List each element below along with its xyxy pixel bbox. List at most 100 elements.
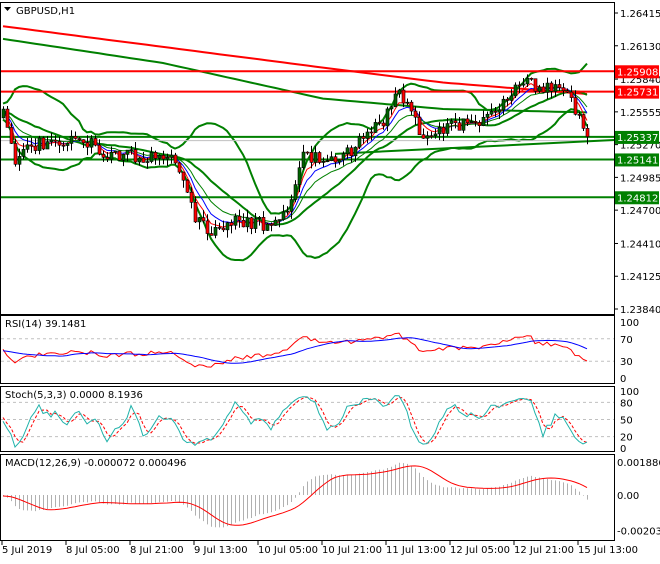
candle-bear <box>269 223 274 226</box>
candle-bull <box>329 156 334 161</box>
candle-bear <box>33 145 38 151</box>
candle-bull <box>169 154 174 158</box>
candle-bear <box>453 120 458 124</box>
price-tick-label: 1.24125 <box>620 272 660 283</box>
candle-bull <box>385 108 390 127</box>
candle-bear <box>361 136 366 139</box>
candle-bear <box>517 84 522 87</box>
candle-bull <box>501 98 506 111</box>
candle-bull <box>425 135 430 139</box>
candle-bull <box>265 223 270 231</box>
candle-bull <box>461 118 466 131</box>
candle-bear <box>133 149 138 163</box>
candle-bear <box>533 78 538 92</box>
candle-bear <box>117 150 122 161</box>
candle-bull <box>497 109 502 113</box>
trading-chart[interactable]: GBPUSD,H1 RSI(14) 39.1481 Stoch(5,3,3) 0… <box>0 0 660 560</box>
rsi-tick-label: 0 <box>620 374 626 385</box>
macd-tick-label: 0.001886 <box>617 458 660 469</box>
candle-bull <box>1 108 6 119</box>
candle-bull <box>125 149 130 155</box>
candle-bull <box>89 138 94 148</box>
candle-bull <box>325 160 330 162</box>
price-tick-label: 1.24985 <box>620 173 660 184</box>
candle-bull <box>481 117 486 126</box>
candle-bear <box>529 77 534 80</box>
candle-bull <box>137 157 142 163</box>
candle-bear <box>93 138 98 146</box>
stoch-tick-label: 20 <box>620 433 633 444</box>
rsi-tick-label: 70 <box>620 335 633 346</box>
candle-bear <box>249 217 254 229</box>
rsi-panel <box>0 315 615 384</box>
candle-bull <box>485 113 490 118</box>
candle-bear <box>181 171 186 181</box>
candle-bear <box>177 162 182 173</box>
candle-bull <box>365 131 370 139</box>
time-tick-label: 5 Jul 2019 <box>2 545 52 556</box>
price-tick-label: 1.24700 <box>620 206 660 217</box>
price-tick-label: 1.24410 <box>620 239 660 250</box>
candle-bull <box>65 143 70 146</box>
candle-bear <box>105 157 110 160</box>
candle-bull <box>129 149 134 151</box>
macd-tick-label: 0.00 <box>617 491 639 502</box>
candle-bear <box>173 154 178 164</box>
candle-bull <box>553 84 558 92</box>
level-price-label: 1.25908 <box>617 67 658 78</box>
price-panel[interactable] <box>0 2 615 315</box>
time-tick-label: 10 Jul 21:00 <box>322 545 382 556</box>
candle-bear <box>193 202 198 223</box>
candle-bear <box>13 143 18 165</box>
candle-bear <box>85 142 90 148</box>
candle-bear <box>493 111 498 113</box>
candle-bear <box>549 82 554 92</box>
candle-bull <box>145 161 150 163</box>
candle-bull <box>433 133 438 137</box>
candle-bear <box>573 97 578 115</box>
price-tick-label: 1.23840 <box>620 305 660 316</box>
candle-bull <box>313 152 318 163</box>
candle-bear <box>73 135 78 139</box>
candle-bear <box>349 147 354 157</box>
candle-bear <box>441 126 446 134</box>
candle-bull <box>157 155 162 159</box>
candle-bull <box>21 149 26 157</box>
candle-bull <box>341 153 346 161</box>
level-price-label: 1.25337 <box>617 133 658 144</box>
candle-bear <box>421 134 426 139</box>
candle-bull <box>357 136 362 148</box>
stoch-label: Stoch(5,3,3) 0.0000 8.1936 <box>5 390 143 401</box>
candle-bull <box>513 84 518 97</box>
candle-bear <box>237 215 242 221</box>
candle-bull <box>393 93 398 108</box>
candle-bull <box>445 123 450 134</box>
candle-bear <box>9 127 14 144</box>
candle-bull <box>537 86 542 92</box>
candle-bull <box>149 152 154 162</box>
candle-bull <box>301 151 306 169</box>
candle-bull <box>521 83 526 86</box>
rsi-tick-label: 30 <box>620 357 633 368</box>
candle-bull <box>321 160 326 163</box>
time-tick-label: 12 Jul 21:00 <box>514 545 574 556</box>
stoch-tick-label: 0 <box>620 444 626 455</box>
candle-bear <box>185 179 190 193</box>
candle-bear <box>401 89 406 104</box>
candle-bear <box>465 118 470 123</box>
candle-bull <box>345 147 350 155</box>
rsi-tick-label: 100 <box>620 318 639 329</box>
candle-bear <box>81 139 86 144</box>
candle-bull <box>297 167 302 185</box>
time-tick-label: 10 Jul 05:00 <box>258 545 318 556</box>
candle-bear <box>5 108 10 128</box>
candle-bull <box>109 151 114 160</box>
candle-bear <box>557 84 562 88</box>
candle-bull <box>37 137 42 151</box>
candle-bull <box>289 199 294 212</box>
level-price-label: 1.24812 <box>617 193 658 204</box>
candle-bear <box>161 155 166 160</box>
candle-bull <box>253 218 258 229</box>
candle-bull <box>437 126 442 135</box>
candle-bear <box>477 122 482 126</box>
